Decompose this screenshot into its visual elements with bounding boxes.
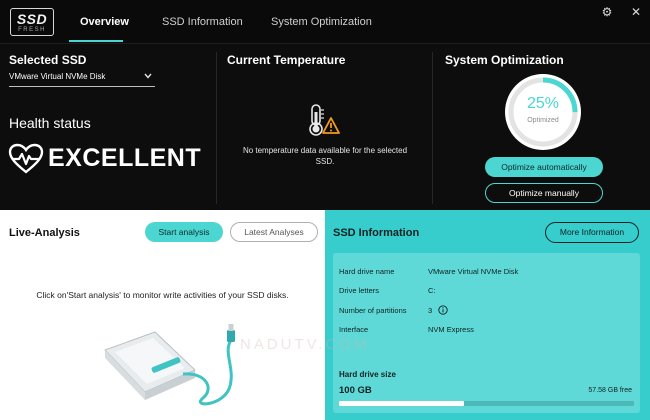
- divider: [432, 52, 433, 204]
- drive-usage-bar: [339, 401, 634, 406]
- info-row-label: Drive letters: [339, 286, 380, 295]
- app-logo: SSD FRESH: [10, 8, 54, 36]
- info-row-value: C:: [428, 286, 436, 295]
- start-analysis-button[interactable]: Start analysis: [145, 222, 223, 242]
- ssd-select-value: VMware Virtual NVMe Disk: [9, 72, 106, 81]
- health-status-value: EXCELLENT: [48, 144, 202, 172]
- heartbeat-icon: [8, 143, 44, 174]
- latest-analyses-button[interactable]: Latest Analyses: [230, 222, 318, 242]
- hard-drive-free-space: 57.58 GB free: [588, 387, 632, 394]
- info-icon[interactable]: [438, 305, 448, 315]
- optimization-percent: 25%: [526, 95, 560, 112]
- info-row-value: 3: [428, 306, 433, 315]
- temperature-message: No temperature data available for the se…: [242, 146, 408, 166]
- health-status-label: Health status: [9, 115, 91, 131]
- close-icon[interactable]: ✕: [629, 5, 643, 19]
- info-row-value: NVM Express: [428, 325, 474, 334]
- info-row-label: Hard drive name: [339, 267, 395, 276]
- more-information-button[interactable]: More Information: [545, 222, 639, 243]
- optimization-gauge: 25% Optimized: [503, 72, 583, 152]
- hard-drive-size-label: Hard drive size: [339, 370, 396, 379]
- divider: [216, 52, 217, 204]
- hard-drive-size-total: 100 GB: [339, 385, 372, 396]
- optimize-automatically-button[interactable]: Optimize automatically: [485, 157, 603, 177]
- live-analysis-message: Click on'Start analysis' to monitor writ…: [36, 290, 289, 300]
- temperature-title: Current Temperature: [227, 53, 346, 67]
- tab-ssd-information[interactable]: SSD Information: [162, 16, 243, 28]
- external-drive-illustration: [104, 324, 235, 406]
- optimization-sublabel: Optimized: [527, 117, 559, 124]
- ssd-information-panel: SSD Information More Information Hard dr…: [325, 210, 650, 420]
- top-bar: SSD FRESH Overview SSD Information Syste…: [0, 0, 650, 44]
- ssd-information-title: SSD Information: [333, 227, 420, 239]
- watermark: NADUTV.COM: [240, 336, 370, 353]
- gear-icon[interactable]: ⚙: [600, 5, 614, 19]
- logo-subtext: FRESH: [18, 27, 46, 33]
- optimize-manually-button[interactable]: Optimize manually: [485, 183, 603, 203]
- info-row-label: Number of partitions: [339, 306, 407, 315]
- chevron-down-icon: [144, 73, 152, 79]
- drive-usage-fill: [339, 401, 465, 406]
- ssd-details-box: Hard drive name VMware Virtual NVMe Disk…: [333, 253, 640, 413]
- info-row-label: Interface: [339, 325, 369, 334]
- live-analysis-title: Live-Analysis: [9, 227, 80, 239]
- live-analysis-panel: Live-Analysis Start analysis Latest Anal…: [0, 210, 325, 420]
- selected-ssd-title: Selected SSD: [9, 53, 87, 67]
- info-row-value: VMware Virtual NVMe Disk: [428, 267, 519, 276]
- tab-overview[interactable]: Overview: [80, 16, 129, 28]
- optimization-title: System Optimization: [445, 53, 564, 67]
- thermometer-warning-icon: [309, 104, 340, 136]
- ssd-select[interactable]: VMware Virtual NVMe Disk: [9, 72, 155, 87]
- tab-system-optimization[interactable]: System Optimization: [271, 16, 372, 28]
- logo-text: SSD: [16, 11, 48, 27]
- active-tab-indicator: [69, 40, 123, 42]
